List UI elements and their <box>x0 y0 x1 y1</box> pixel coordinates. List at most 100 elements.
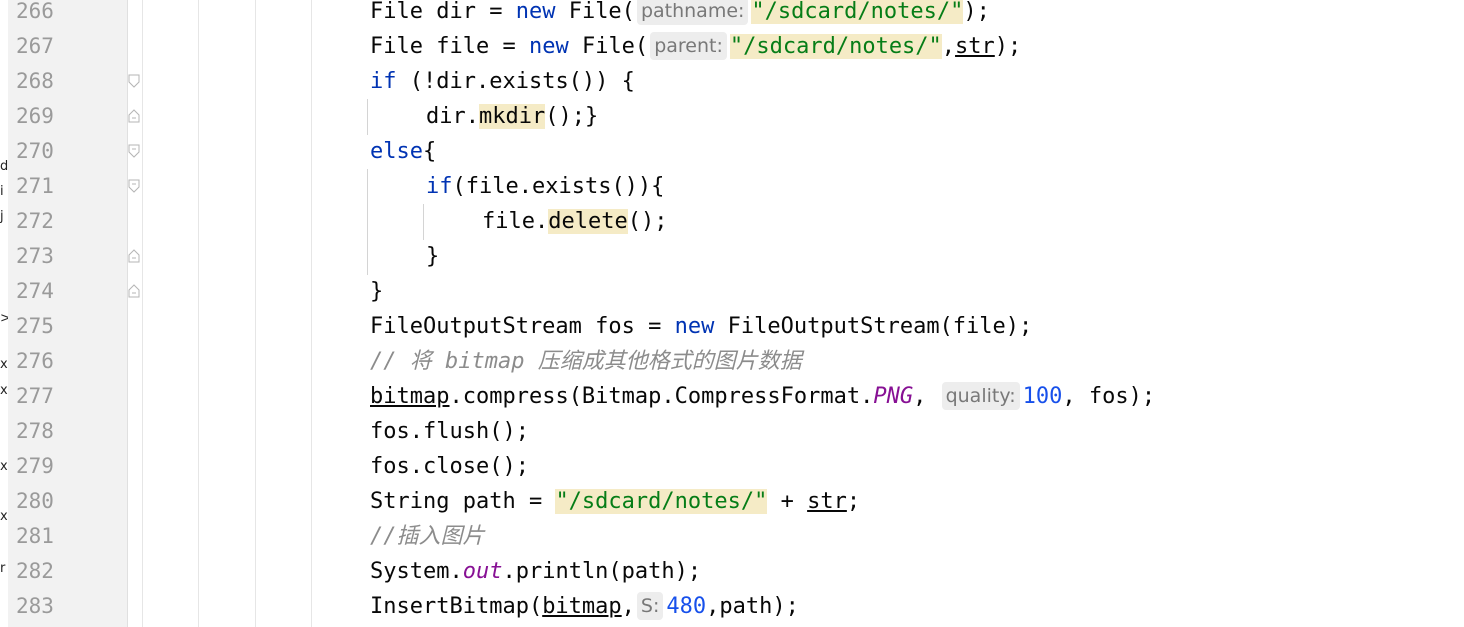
keyword: else <box>370 139 423 164</box>
code-token: File( <box>568 34 649 59</box>
code-token: } <box>370 279 384 304</box>
code-token: File( <box>555 0 635 24</box>
code-token: } <box>426 244 440 269</box>
code-line-281[interactable]: //插入图片 <box>370 519 485 554</box>
code-line-273[interactable]: } <box>426 239 439 274</box>
code-line-272[interactable]: file.delete(); <box>482 204 667 239</box>
variable: bitmap <box>370 384 450 409</box>
code-line-282[interactable]: System.out.println(path); <box>370 554 701 589</box>
code-token: ,path); <box>706 594 799 619</box>
panel-fragment: i <box>0 184 4 199</box>
line-number: 266 <box>16 0 54 23</box>
line-number: 269 <box>16 104 54 128</box>
code-token: fos.flush(); <box>370 419 529 444</box>
code-token: (); <box>627 209 668 234</box>
keyword: if <box>370 69 397 94</box>
line-number: 274 <box>16 279 54 303</box>
static-field: out <box>462 559 503 584</box>
code-token: , <box>621 594 635 619</box>
string-literal: "/sdcard/notes/" <box>555 489 768 514</box>
code-line-268[interactable]: if (!dir.exists()) { <box>370 64 635 99</box>
indent-guide <box>142 0 143 627</box>
line-number: 280 <box>16 489 54 513</box>
indent-guide <box>311 0 312 627</box>
code-line-277[interactable]: bitmap.compress(Bitmap.CompressFormat.PN… <box>370 379 1155 414</box>
code-token: ();} <box>545 104 599 129</box>
code-token: , <box>941 34 956 59</box>
code-line-276[interactable]: // 将 bitmap 压缩成其他格式的图片数据 <box>370 344 802 379</box>
panel-fragment: j <box>0 209 4 224</box>
line-number: 271 <box>16 174 54 198</box>
line-number: 275 <box>16 314 54 338</box>
indent-guide <box>255 0 256 627</box>
string-literal: "/sdcard/notes/" <box>729 34 942 59</box>
line-number-gutter[interactable]: 266 267 268 269 270 271 272 273 274 275 … <box>8 0 140 627</box>
code-line-280[interactable]: String path = "/sdcard/notes/" + str; <box>370 484 860 519</box>
param-hint: quality: <box>941 382 1020 410</box>
code-line-278[interactable]: fos.flush(); <box>370 414 529 449</box>
code-token: + <box>767 489 808 514</box>
variable: str <box>955 34 995 59</box>
code-line-269[interactable]: dir.mkdir();} <box>426 99 598 134</box>
code-token: fos.close(); <box>370 454 529 479</box>
code-token: ; <box>846 489 861 514</box>
method-highlight: mkdir <box>478 104 546 129</box>
line-number: 278 <box>16 419 54 443</box>
keyword: new <box>528 34 569 59</box>
line-number: 270 <box>16 139 54 163</box>
code-token: file. <box>482 209 549 234</box>
keyword: new <box>674 314 715 339</box>
code-token: dir. <box>426 104 479 129</box>
keyword: new <box>515 0 556 24</box>
number-literal: 100 <box>1022 384 1063 409</box>
string-literal: "/sdcard/notes/" <box>751 0 964 24</box>
code-token: File dir = <box>370 0 516 24</box>
block-guide <box>423 204 424 240</box>
line-number: 277 <box>16 384 54 408</box>
line-number: 276 <box>16 349 54 373</box>
code-token: (!dir.exists()) { <box>396 69 635 94</box>
keyword: if <box>426 174 453 199</box>
code-token: File file = <box>370 34 529 59</box>
code-line-267[interactable]: File file = new File(parent: "/sdcard/not… <box>370 29 1021 64</box>
comment: // 将 bitmap 压缩成其他格式的图片数据 <box>370 349 802 374</box>
line-number: 272 <box>16 209 54 233</box>
block-guide <box>367 169 368 275</box>
line-number: 279 <box>16 454 54 478</box>
code-line-266[interactable]: File dir = new File(pathname: "/sdcard/no… <box>370 0 990 29</box>
code-line-270[interactable]: else{ <box>370 134 436 169</box>
code-line-275[interactable]: FileOutputStream fos = new FileOutputStr… <box>370 309 1032 344</box>
variable: bitmap <box>542 594 622 619</box>
param-hint: S: <box>636 592 664 620</box>
code-token: , <box>913 384 940 409</box>
code-token: FileOutputStream fos = <box>370 314 675 339</box>
panel-fragment: x <box>0 509 8 524</box>
param-hint: pathname: <box>636 0 749 25</box>
code-token: { <box>422 139 437 164</box>
comment: //插入图片 <box>370 524 485 549</box>
indent-guide <box>198 0 199 627</box>
code-token: String path = <box>370 489 556 514</box>
code-token: ); <box>963 0 990 24</box>
code-token: .println(path); <box>502 559 702 584</box>
line-number: 283 <box>16 594 54 618</box>
code-line-283[interactable]: InsertBitmap(bitmap, S: 480,path); <box>370 589 799 624</box>
line-number: 281 <box>16 524 54 548</box>
number-literal: 480 <box>666 594 707 619</box>
panel-fragment: x <box>0 383 8 398</box>
panel-fragment: x <box>0 459 8 474</box>
method-highlight: delete <box>548 209 628 234</box>
code-token: FileOutputStream(file); <box>714 314 1033 339</box>
static-field: PNG <box>873 384 914 409</box>
variable: str <box>807 489 847 514</box>
line-number: 267 <box>16 34 54 58</box>
line-number: 273 <box>16 244 54 268</box>
code-token: (file.exists()){ <box>452 174 665 199</box>
panel-fragment: x <box>0 357 8 372</box>
param-hint: parent: <box>650 32 727 60</box>
code-line-279[interactable]: fos.close(); <box>370 449 529 484</box>
code-line-274[interactable]: } <box>370 274 383 309</box>
code-line-271[interactable]: if(file.exists()){ <box>426 169 664 204</box>
code-token: , fos); <box>1062 384 1156 409</box>
code-token: InsertBitmap( <box>370 594 543 619</box>
